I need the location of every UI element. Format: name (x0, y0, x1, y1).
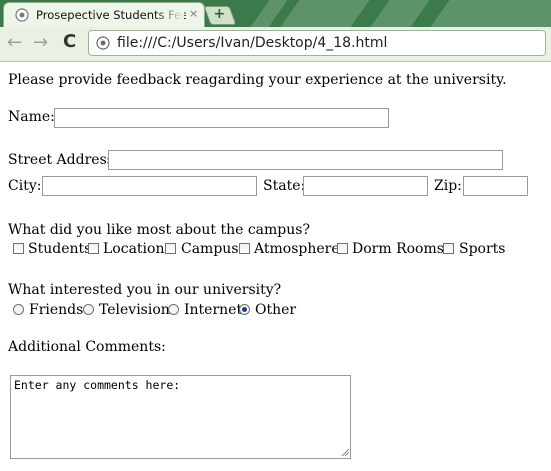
checkbox-label-dorm-rooms: Dorm Rooms (352, 241, 444, 257)
checkbox-campus[interactable] (165, 243, 176, 254)
checkbox-label-location: Location (103, 241, 165, 257)
checkbox-label-sports: Sports (459, 241, 506, 257)
radio-label-friends: Friends (29, 302, 84, 318)
new-tab-button[interactable]: + (203, 6, 237, 25)
address-bar[interactable]: file:///C:/Users/Ivan/Desktop/4_18.html (88, 30, 546, 56)
zip-input[interactable] (463, 176, 528, 196)
radio-other[interactable] (239, 304, 250, 315)
liked-question: What did you like most about the campus? (8, 222, 310, 238)
radio-television[interactable] (83, 304, 94, 315)
city-label: City: (8, 178, 42, 194)
checkbox-location[interactable] (88, 243, 99, 254)
interest-question: What interested you in our university? (8, 282, 282, 298)
name-label: Name: (8, 109, 55, 125)
checkbox-label-campus: Campus (181, 241, 239, 257)
plus-icon: + (213, 6, 226, 22)
comments-textarea[interactable]: Enter any comments here: (10, 375, 351, 459)
radio-internet[interactable] (168, 304, 179, 315)
state-label: State: (263, 178, 306, 194)
page-content: Please provide feedback reagarding your … (0, 61, 551, 471)
name-input[interactable] (54, 108, 389, 128)
zip-label: Zip: (434, 178, 462, 194)
tab-strip: Prosepective Students Feedback × + (0, 0, 551, 27)
radio-label-internet: Internet (184, 302, 243, 318)
tab-close-icon[interactable]: × (189, 7, 198, 20)
page-icon (96, 36, 110, 50)
city-input[interactable] (42, 176, 257, 196)
resize-grip-icon[interactable] (340, 447, 350, 457)
street-address-label: Street Address: (8, 152, 119, 168)
checkbox-dorm-rooms[interactable] (337, 243, 348, 254)
street-address-input[interactable] (108, 150, 503, 170)
browser-toolbar: ← → C file:///C:/Users/Ivan/Desktop/4_18… (0, 27, 551, 62)
url-text: file:///C:/Users/Ivan/Desktop/4_18.html (117, 35, 388, 51)
radio-label-other: Other (255, 302, 297, 318)
state-input[interactable] (303, 176, 428, 196)
radio-label-television: Television (99, 302, 170, 318)
page-favicon-icon (15, 8, 29, 22)
intro-text: Please provide feedback reagarding your … (8, 72, 507, 88)
checkbox-label-students: Students (28, 241, 92, 257)
forward-arrow-icon[interactable]: → (33, 32, 48, 53)
browser-tab[interactable]: Prosepective Students Feedback × (3, 2, 205, 27)
browser-chrome: Prosepective Students Feedback × + ← → C… (0, 0, 551, 62)
radio-friends[interactable] (13, 304, 24, 315)
reload-icon[interactable]: C (63, 31, 76, 52)
back-arrow-icon[interactable]: ← (7, 32, 22, 53)
checkbox-label-atmosphere: Atmosphere (254, 241, 340, 257)
checkbox-atmosphere[interactable] (239, 243, 250, 254)
checkbox-students[interactable] (13, 243, 24, 254)
comments-label: Additional Comments: (8, 339, 166, 355)
checkbox-sports[interactable] (443, 243, 454, 254)
